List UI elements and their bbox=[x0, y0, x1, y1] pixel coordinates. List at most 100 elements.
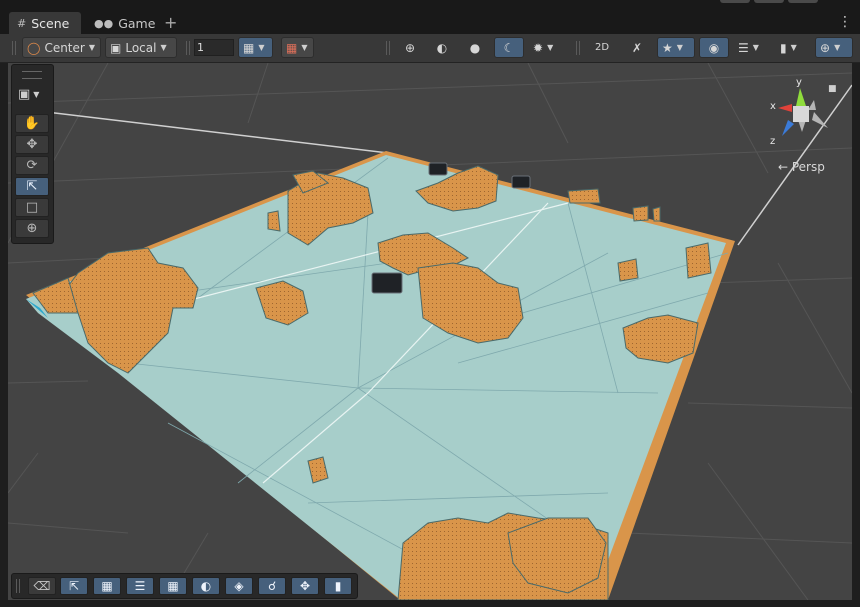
neg-x-cone bbox=[812, 112, 828, 128]
tab-game[interactable]: ●● Game bbox=[86, 12, 158, 34]
window-button[interactable] bbox=[754, 0, 784, 3]
terrain-island bbox=[632, 205, 649, 222]
neg-z-cone bbox=[808, 100, 816, 110]
grid-visibility-toggle[interactable]: ▦ ▼ bbox=[238, 37, 273, 58]
cart-prop bbox=[428, 162, 448, 176]
shaded-wireframe-icon: ◐ bbox=[436, 40, 448, 55]
move-tool-button[interactable]: ✥ bbox=[15, 135, 49, 154]
add-tab-button[interactable]: + bbox=[164, 12, 177, 34]
effects-dropdown[interactable]: ★ ▼ bbox=[657, 37, 695, 58]
gamepad-icon: ●● bbox=[94, 16, 114, 30]
chevron-down-icon: ▼ bbox=[834, 43, 841, 52]
scale-tool-button[interactable]: ⇱ bbox=[15, 177, 49, 196]
terrain-island bbox=[617, 258, 639, 282]
rect-tool-button[interactable]: □ bbox=[15, 198, 49, 217]
transform-icon: ⊕ bbox=[26, 221, 38, 236]
wireframe-sphere-icon: ⊕ bbox=[404, 40, 416, 55]
overlay-toolbar: ⌫ ⇱ ▦ ☰ ▦ ◐ ◈ ☌ ✥ ▮ bbox=[11, 573, 358, 599]
camera-icon: ▮ bbox=[334, 579, 342, 593]
space-mode-dropdown[interactable]: ▣ Local ▼ bbox=[105, 37, 177, 58]
grid-overlay-button[interactable]: ▦ bbox=[159, 577, 187, 595]
layers-dropdown[interactable]: ☰ ▼ bbox=[733, 37, 771, 58]
tab-scene[interactable]: # Scene bbox=[9, 12, 81, 34]
toolbar-grip[interactable] bbox=[576, 41, 580, 55]
pivot-icon: ◯ bbox=[27, 40, 41, 55]
toolbar-grip[interactable] bbox=[186, 41, 190, 55]
cube-icon: ▣ bbox=[18, 87, 31, 102]
tab-game-label: Game bbox=[118, 15, 156, 31]
scale-icon: ⇱ bbox=[68, 579, 80, 593]
scene-toolbar: ◯ Center ▼ ▣ Local ▼ ▦ ▼ ▦ ▼ ⊕ ◐ ● ☾ ✹ ▼… bbox=[0, 34, 860, 63]
window-button[interactable] bbox=[720, 0, 750, 3]
chevron-down-icon: ▼ bbox=[258, 43, 265, 52]
search-icon: ☌ bbox=[267, 579, 277, 593]
chevron-down-icon: ▼ bbox=[752, 43, 759, 52]
shaded-sphere-icon: ● bbox=[469, 40, 481, 55]
light-off-icon: ✗ bbox=[631, 40, 643, 55]
toolbar-grip[interactable] bbox=[12, 41, 16, 55]
lighting-toggle[interactable]: ✗ bbox=[623, 37, 651, 58]
effects-icon: ★ bbox=[662, 40, 673, 55]
gizmos-dropdown[interactable]: ⊕ ▼ bbox=[815, 37, 853, 58]
crescent-icon: ☾ bbox=[503, 40, 515, 55]
scale-overlay-button[interactable]: ⇱ bbox=[60, 577, 88, 595]
draw-mode-unlit-button[interactable]: ☾ bbox=[494, 37, 524, 58]
hand-tool-button[interactable]: ✋ bbox=[15, 114, 49, 133]
cycle-overlay-button[interactable]: ◐ bbox=[192, 577, 220, 595]
lock-icon[interactable]: ■ bbox=[828, 84, 837, 94]
eraser-tool-button[interactable]: ⌫ bbox=[28, 577, 56, 595]
draw-mode-shaded-wireframe-button[interactable]: ◐ bbox=[428, 37, 456, 58]
terrain-island bbox=[267, 210, 281, 232]
pivot-mode-dropdown[interactable]: ◯ Center ▼ bbox=[22, 37, 101, 58]
scene-viewport[interactable] bbox=[8, 63, 852, 600]
pivot-overlay-button[interactable]: ✥ bbox=[291, 577, 319, 595]
y-axis-label: y bbox=[796, 77, 802, 88]
grid-icon: # bbox=[17, 16, 27, 30]
chevron-down-icon: ▼ bbox=[547, 43, 554, 52]
draw-mode-shaded-button[interactable]: ● bbox=[461, 37, 489, 58]
grid-snap-field[interactable] bbox=[193, 37, 237, 58]
debug-draw-dropdown[interactable]: ✹ ▼ bbox=[528, 37, 568, 58]
grid-icon: ▦ bbox=[167, 579, 179, 593]
rect-icon: □ bbox=[25, 200, 39, 215]
layers-icon: ◈ bbox=[234, 579, 244, 593]
grid-snap-input[interactable] bbox=[194, 39, 234, 56]
toolbar-grip[interactable] bbox=[386, 41, 390, 55]
transform-tool-button[interactable]: ⊕ bbox=[15, 219, 49, 238]
grid-snapping-toggle[interactable]: ▦ ▼ bbox=[281, 37, 314, 58]
terrain-island bbox=[567, 188, 601, 204]
eraser-icon: ⌫ bbox=[33, 579, 51, 593]
terrain-island bbox=[652, 206, 661, 222]
search-overlay-button[interactable]: ☌ bbox=[258, 577, 286, 595]
scale-icon: ⇱ bbox=[26, 179, 38, 194]
pivot-icon: ✥ bbox=[299, 579, 311, 593]
cart-prop bbox=[371, 272, 403, 294]
y-axis-cone bbox=[796, 88, 806, 106]
window-button[interactable] bbox=[788, 0, 818, 3]
rect-overlay-button[interactable]: ▦ bbox=[93, 577, 121, 595]
rotate-tool-button[interactable]: ⟳ bbox=[15, 156, 49, 175]
toolbar-grip[interactable] bbox=[16, 579, 20, 593]
bug-icon: ✹ bbox=[533, 40, 544, 55]
pivot-mode-label: Center bbox=[44, 40, 85, 55]
draw-mode-wireframe-button[interactable]: ⊕ bbox=[396, 37, 424, 58]
adjust-overlay-button[interactable]: ☰ bbox=[126, 577, 154, 595]
rotate-icon: ⟳ bbox=[26, 158, 38, 173]
rect-icon: ▦ bbox=[101, 579, 113, 593]
camera-overlay-button[interactable]: ▮ bbox=[324, 577, 352, 595]
visibility-toggle[interactable]: ◉ bbox=[699, 37, 729, 58]
tool-mode-dropdown[interactable]: ▣ ▼ bbox=[18, 87, 39, 102]
cube-icon: ▣ bbox=[110, 40, 122, 55]
projection-label[interactable]: ← Persp bbox=[778, 160, 825, 174]
layers-overlay-button[interactable]: ◈ bbox=[225, 577, 253, 595]
z-axis-cone bbox=[782, 120, 794, 136]
chevron-down-icon: ▼ bbox=[33, 90, 40, 99]
adjust-icon: ☰ bbox=[134, 579, 146, 593]
x-axis-cone bbox=[778, 104, 792, 112]
more-options-icon[interactable]: ⋮ bbox=[838, 14, 852, 30]
panel-handle[interactable] bbox=[22, 71, 42, 79]
x-axis-label: x bbox=[770, 101, 776, 112]
2d-toggle[interactable]: 2D bbox=[588, 37, 616, 58]
camera-dropdown[interactable]: ▮ ▼ bbox=[775, 37, 813, 58]
center-cube bbox=[793, 106, 809, 122]
